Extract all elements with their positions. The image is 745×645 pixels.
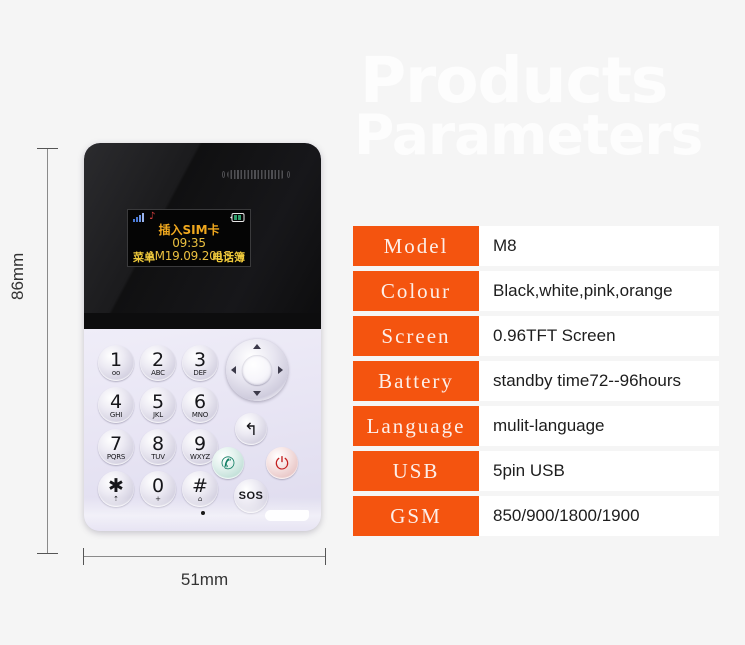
lcd-softkey-left: 菜单 xyxy=(133,251,155,264)
music-note-icon: ♪ xyxy=(149,211,156,222)
nav-center-ok-button[interactable] xyxy=(242,355,272,385)
key-digit: 7 xyxy=(109,432,123,455)
table-row: USB 5pin USB xyxy=(353,451,719,491)
nav-right-arrow-icon[interactable] xyxy=(278,366,283,374)
spec-label-screen: Screen xyxy=(353,316,479,356)
key-sublabel: oo xyxy=(111,368,121,377)
dimension-line-width xyxy=(83,548,326,565)
nav-down-arrow-icon[interactable] xyxy=(253,391,261,396)
key-sublabel: PQRS xyxy=(106,452,126,461)
keypad-key-3[interactable]: 3 DEF xyxy=(182,345,218,381)
spec-label-gsm: GSM xyxy=(353,496,479,536)
key-sublabel: TUV xyxy=(151,452,165,461)
battery-icon xyxy=(230,213,245,222)
spec-value-usb: 5pin USB xyxy=(479,451,719,491)
spec-label-usb: USB xyxy=(353,451,479,491)
key-digit: 9 xyxy=(193,432,207,455)
lcd-sim-notice: 插入SIM卡 xyxy=(158,223,220,237)
spec-value-model: M8 xyxy=(479,226,719,266)
spec-label-colour: Colour xyxy=(353,271,479,311)
spec-value-battery: standby time72--96hours xyxy=(479,361,719,401)
dimension-label-height: 86mm xyxy=(8,252,27,300)
table-row: Colour Black,white,pink,orange xyxy=(353,271,719,311)
key-sublabel: WXYZ xyxy=(190,452,210,461)
power-button[interactable]: ⏻ xyxy=(266,447,298,479)
key-digit: ✱ xyxy=(108,474,124,497)
key-digit: 4 xyxy=(109,390,123,413)
key-sublabel: DEF xyxy=(193,368,207,377)
key-digit: 3 xyxy=(193,348,207,371)
page-heading: Products Parameters xyxy=(352,44,745,167)
key-digit: 1 xyxy=(109,348,123,371)
key-digit: 0 xyxy=(151,474,165,497)
lcd-status-bar: ♪ xyxy=(128,211,250,223)
table-row: Screen 0.96TFT Screen xyxy=(353,316,719,356)
dimension-label-width: 51mm xyxy=(180,570,229,589)
phone-lcd-screen: ♪ 插入SIM卡 09:35 AM19.09.2015 菜单 电话簿 xyxy=(127,209,251,267)
table-row: Language mulit-language xyxy=(353,406,719,446)
key-digit: 2 xyxy=(151,348,165,371)
spec-label-battery: Battery xyxy=(353,361,479,401)
table-row: Battery standby time72--96hours xyxy=(353,361,719,401)
speaker-grille-icon xyxy=(222,170,290,179)
keypad-key-2[interactable]: 2 ABC xyxy=(140,345,176,381)
key-sublabel: MNO xyxy=(191,410,209,419)
spec-label-model: Model xyxy=(353,226,479,266)
key-sublabel: GHI xyxy=(109,410,123,419)
call-button[interactable]: ✆ xyxy=(212,447,244,479)
key-sublabel: ABC xyxy=(151,368,165,377)
phone-bottom-highlight xyxy=(265,510,309,521)
keypad-key-8[interactable]: 8 TUV xyxy=(140,429,176,465)
spec-label-language: Language xyxy=(353,406,479,446)
back-button[interactable]: ↰ xyxy=(235,413,267,445)
keypad-key-1[interactable]: 1 oo xyxy=(98,345,134,381)
key-digit: 6 xyxy=(193,390,207,413)
dimension-line-height xyxy=(37,148,58,554)
table-row: Model M8 xyxy=(353,226,719,266)
lcd-softkey-bar: 菜单 电话簿 xyxy=(128,252,250,264)
spec-value-language: mulit-language xyxy=(479,406,719,446)
keypad-key-4[interactable]: 4 GHI xyxy=(98,387,134,423)
keypad-key-5[interactable]: 5 JKL xyxy=(140,387,176,423)
key-digit: # xyxy=(192,474,208,497)
key-digit: 5 xyxy=(151,390,165,413)
heading-line-parameters: Parameters xyxy=(354,102,703,167)
spec-value-gsm: 850/900/1800/1900 xyxy=(479,496,719,536)
power-icon: ⏻ xyxy=(275,453,289,473)
navigation-ring[interactable] xyxy=(226,339,288,401)
phone-product-image: ♪ 插入SIM卡 09:35 AM19.09.2015 菜单 电话簿 1 oo xyxy=(84,143,321,531)
spec-value-screen: 0.96TFT Screen xyxy=(479,316,719,356)
key-digit: 8 xyxy=(151,432,165,455)
table-row: GSM 850/900/1800/1900 xyxy=(353,496,719,536)
phone-handset-icon: ✆ xyxy=(220,453,236,473)
nav-up-arrow-icon[interactable] xyxy=(253,344,261,349)
spec-value-colour: Black,white,pink,orange xyxy=(479,271,719,311)
lcd-softkey-right: 电话簿 xyxy=(212,251,245,264)
phone-top-bezel: ♪ 插入SIM卡 09:35 AM19.09.2015 菜单 电话簿 xyxy=(84,143,321,353)
heading-line-products: Products xyxy=(360,44,668,117)
spec-table: Model M8 Colour Black,white,pink,orange … xyxy=(353,226,719,541)
phone-keypad-area: 1 oo 2 ABC 3 DEF 4 GHI 5 JKL 6 MNO 7 PQR… xyxy=(84,329,321,531)
microphone-hole-icon xyxy=(200,511,205,515)
nav-left-arrow-icon[interactable] xyxy=(231,366,236,374)
signal-bars-icon xyxy=(133,213,144,222)
keypad-key-7[interactable]: 7 PQRS xyxy=(98,429,134,465)
key-sublabel: JKL xyxy=(153,410,163,419)
keypad-key-6[interactable]: 6 MNO xyxy=(182,387,218,423)
back-arrow-icon: ↰ xyxy=(243,419,259,439)
